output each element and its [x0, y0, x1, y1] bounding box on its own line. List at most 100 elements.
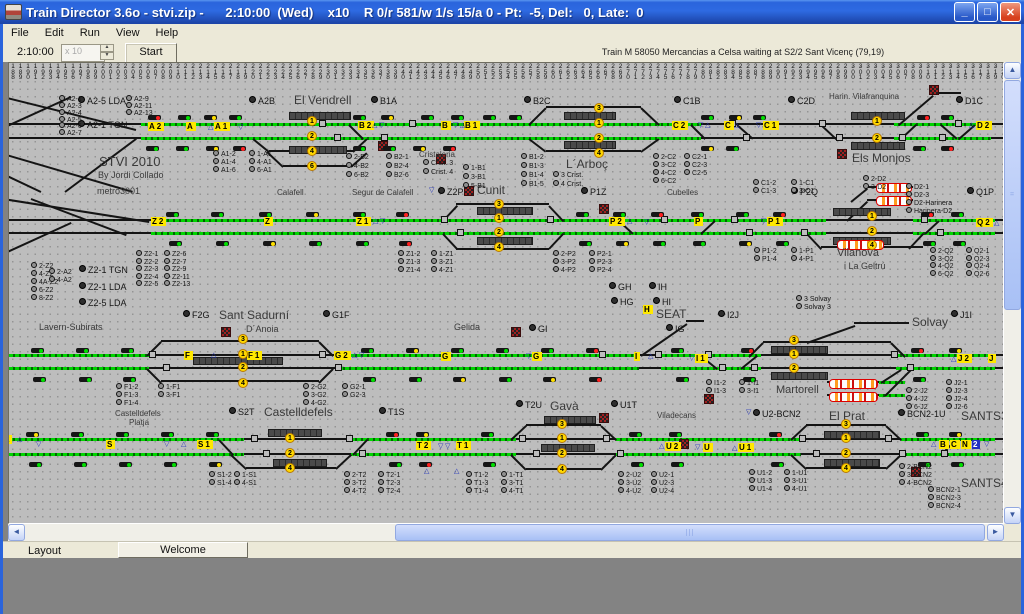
tab-welcome[interactable]: Welcome: [118, 542, 248, 558]
signal[interactable]: [309, 241, 322, 246]
signal[interactable]: [409, 377, 422, 382]
maximize-button[interactable]: □: [977, 2, 998, 22]
train[interactable]: [829, 379, 878, 389]
train[interactable]: [829, 392, 878, 402]
switch-box[interactable]: [319, 351, 326, 358]
horizontal-scrollbar[interactable]: ◄ ► |||: [8, 524, 1004, 541]
signal[interactable]: [726, 146, 739, 151]
switch-box[interactable]: [251, 435, 258, 442]
signal[interactable]: [753, 115, 766, 120]
vertical-scrollbar[interactable]: ▲ ▼ =: [1004, 62, 1021, 524]
signal[interactable]: [951, 212, 964, 217]
switch-box[interactable]: [617, 450, 624, 457]
hscroll-thumb[interactable]: |||: [395, 524, 985, 541]
switch-box[interactable]: [149, 351, 156, 358]
signal[interactable]: [916, 432, 929, 437]
signal[interactable]: [671, 348, 684, 353]
signal[interactable]: [451, 348, 464, 353]
switch-box[interactable]: [819, 120, 826, 127]
signal[interactable]: [669, 432, 682, 437]
signal[interactable]: [29, 462, 42, 467]
signal[interactable]: [123, 377, 136, 382]
signal[interactable]: [33, 377, 46, 382]
signal[interactable]: [579, 241, 592, 246]
signal[interactable]: [676, 377, 689, 382]
signal[interactable]: [586, 348, 599, 353]
signal[interactable]: [406, 348, 419, 353]
switch-box[interactable]: [263, 450, 270, 457]
signal[interactable]: [71, 432, 84, 437]
switch-box[interactable]: [359, 450, 366, 457]
switch-box[interactable]: [319, 120, 326, 127]
signal[interactable]: [483, 115, 496, 120]
switch-box[interactable]: [519, 435, 526, 442]
signal[interactable]: [381, 115, 394, 120]
switch-box[interactable]: [743, 134, 750, 141]
signal[interactable]: [671, 462, 684, 467]
signal[interactable]: [26, 432, 39, 437]
switch-box[interactable]: [409, 120, 416, 127]
signal[interactable]: [509, 115, 522, 120]
signal[interactable]: [421, 115, 434, 120]
signal[interactable]: [389, 462, 402, 467]
signal[interactable]: [913, 377, 926, 382]
signal[interactable]: [949, 348, 962, 353]
signal[interactable]: [116, 432, 129, 437]
signal[interactable]: [951, 462, 964, 467]
switch-box[interactable]: [899, 450, 906, 457]
signal[interactable]: [776, 241, 789, 246]
signal[interactable]: [356, 241, 369, 246]
switch-box[interactable]: [941, 450, 948, 457]
signal[interactable]: [209, 462, 222, 467]
signal[interactable]: [119, 462, 132, 467]
switch-box[interactable]: [801, 229, 808, 236]
signal[interactable]: [496, 348, 509, 353]
signal[interactable]: [121, 348, 134, 353]
signal[interactable]: [941, 115, 954, 120]
switch-box[interactable]: [899, 134, 906, 141]
signal[interactable]: [923, 241, 936, 246]
signal[interactable]: [917, 115, 930, 120]
signal[interactable]: [263, 241, 276, 246]
switch-box[interactable]: [335, 364, 342, 371]
signal[interactable]: [736, 212, 749, 217]
scroll-up-icon[interactable]: ▲: [1004, 62, 1021, 79]
signal[interactable]: [741, 348, 754, 353]
start-button[interactable]: Start: [125, 43, 177, 63]
switch-box[interactable]: [836, 134, 843, 141]
signal[interactable]: [386, 432, 399, 437]
switch-box[interactable]: [813, 450, 820, 457]
signal[interactable]: [79, 377, 92, 382]
signal[interactable]: [543, 377, 556, 382]
switch-box[interactable]: [603, 435, 610, 442]
speed-spinner[interactable]: x 10: [61, 44, 105, 62]
signal[interactable]: [161, 432, 174, 437]
signal[interactable]: [74, 462, 87, 467]
signal[interactable]: [631, 462, 644, 467]
switch-box[interactable]: [655, 351, 662, 358]
signal[interactable]: [399, 241, 412, 246]
signal[interactable]: [701, 115, 714, 120]
menu-edit[interactable]: Edit: [37, 26, 72, 40]
switch-box[interactable]: [891, 351, 898, 358]
spinner-up-icon[interactable]: ▲: [100, 44, 114, 52]
switch-box[interactable]: [346, 435, 353, 442]
signal[interactable]: [739, 241, 752, 246]
signal[interactable]: [729, 115, 742, 120]
signal[interactable]: [176, 146, 189, 151]
switch-box[interactable]: [547, 216, 554, 223]
signal[interactable]: [353, 146, 366, 151]
switch-box[interactable]: [746, 229, 753, 236]
signal[interactable]: [913, 146, 926, 151]
switch-box[interactable]: [533, 450, 540, 457]
switch-box[interactable]: [907, 364, 914, 371]
switch-box[interactable]: [719, 364, 726, 371]
switch-box[interactable]: [599, 351, 606, 358]
signal[interactable]: [589, 377, 602, 382]
signal[interactable]: [653, 241, 666, 246]
signal[interactable]: [306, 212, 319, 217]
switch-box[interactable]: [751, 364, 758, 371]
signal[interactable]: [651, 212, 664, 217]
signal[interactable]: [204, 115, 217, 120]
signal[interactable]: [451, 115, 464, 120]
